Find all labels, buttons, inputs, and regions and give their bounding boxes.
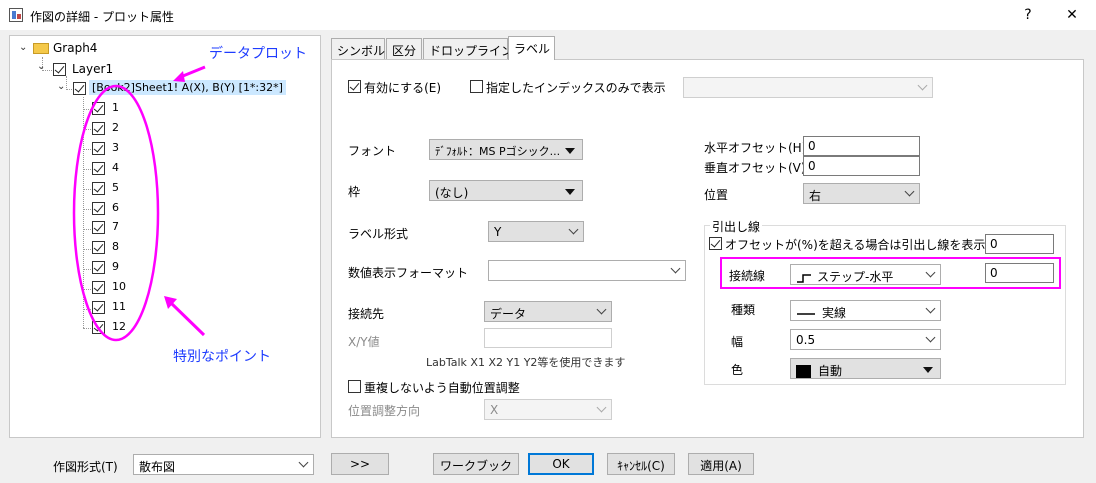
connector-label: 接続線: [729, 269, 766, 283]
leader-show-label: オフセットが(%)を超える場合は引出し線を表示: [725, 238, 986, 252]
font-label: フォント: [348, 144, 397, 158]
annotation-special-points: 特別なポイント: [173, 349, 271, 365]
connector-number-field[interactable]: 0: [985, 263, 1054, 283]
special-points-arrow: [168, 300, 206, 337]
plot-type-label: 作図形式(T): [53, 460, 118, 474]
line-width-label: 幅: [731, 335, 744, 349]
tab-division[interactable]: 区分: [386, 38, 422, 59]
line-color-combo[interactable]: 自動: [790, 358, 941, 379]
step-horizontal-icon: [797, 273, 811, 283]
ok-button[interactable]: OK: [528, 453, 594, 475]
label-format-combo[interactable]: Y: [488, 221, 584, 242]
v-offset-field[interactable]: 0: [803, 156, 920, 176]
workbook-button[interactable]: ワークブック: [433, 453, 519, 475]
position-label: 位置: [704, 188, 729, 202]
line-type-label: 種類: [731, 303, 756, 317]
h-offset-field[interactable]: 0: [803, 136, 920, 156]
tab-label[interactable]: ラベル: [508, 36, 555, 60]
font-combo[interactable]: ﾃﾞﾌｫﾙﾄ：MS Pゴシック...: [429, 139, 583, 160]
show-only-index-checkbox[interactable]: [470, 80, 483, 93]
no-overlap-checkbox[interactable]: [348, 380, 361, 393]
close-button[interactable]: ✕: [1062, 5, 1082, 25]
labtalk-hint: LabTalk X1 X2 Y1 Y2等を使用できます: [426, 356, 626, 369]
solid-line-icon: [797, 312, 815, 315]
label-format-label: ラベル形式: [348, 227, 409, 241]
line-width-combo[interactable]: 0.5: [790, 329, 941, 350]
annotation-overlay: [72, 65, 206, 342]
frame-label: 枠: [348, 185, 361, 199]
adjust-direction-label: 位置調整方向: [348, 404, 421, 418]
enable-checkbox[interactable]: [348, 80, 361, 93]
tab-symbol[interactable]: シンボル: [331, 38, 385, 59]
plot-type-combo[interactable]: 散布図: [133, 454, 314, 475]
annotation-data-plot: データプロット: [209, 46, 307, 62]
show-only-index-label: 指定したインデックスのみで表示: [486, 81, 666, 95]
special-points-ellipse: [72, 84, 160, 342]
index-combo[interactable]: [683, 77, 933, 98]
xy-value-field[interactable]: [484, 328, 612, 348]
connect-combo[interactable]: データ: [484, 301, 612, 322]
numeric-format-combo[interactable]: [488, 260, 686, 281]
adjust-direction-combo[interactable]: X: [484, 399, 612, 420]
apply-button[interactable]: 適用(A): [688, 453, 754, 475]
help-button[interactable]: ?: [1018, 5, 1038, 25]
leader-line-title: 引出し線: [710, 218, 763, 235]
xy-value-label: X/Y値: [348, 335, 380, 349]
v-offset-label: 垂直オフセット(V): [704, 161, 806, 175]
position-combo[interactable]: 右: [803, 183, 920, 204]
numeric-format-label: 数値表示フォーマット: [348, 266, 469, 280]
line-color-label: 色: [731, 363, 744, 377]
expand-button[interactable]: >>: [331, 453, 389, 475]
connect-label: 接続先: [348, 307, 385, 321]
cancel-button[interactable]: ｷｬﾝｾﾙ(C): [607, 453, 675, 475]
tab-dropline[interactable]: ドロップライン: [423, 38, 513, 59]
frame-combo[interactable]: (なし): [429, 180, 583, 201]
connector-combo[interactable]: ステップ-水平: [790, 264, 941, 285]
color-swatch: [796, 365, 811, 378]
line-type-combo[interactable]: 実線: [790, 300, 941, 321]
h-offset-label: 水平オフセット(H): [704, 141, 807, 155]
enable-label: 有効にする(E): [364, 81, 442, 95]
leader-threshold-field[interactable]: 0: [985, 234, 1054, 254]
no-overlap-label: 重複しないよう自動位置調整: [364, 381, 520, 395]
leader-show-checkbox[interactable]: [709, 237, 722, 250]
